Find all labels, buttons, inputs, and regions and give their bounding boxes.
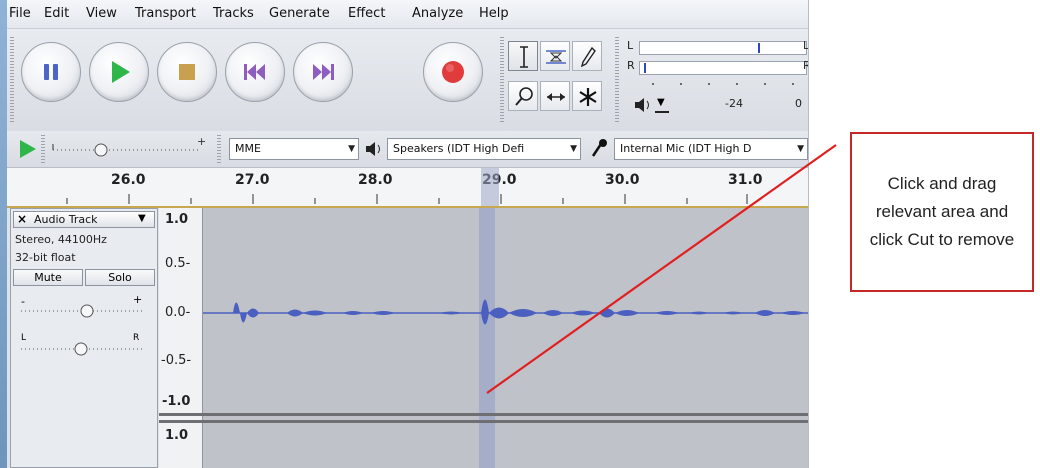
record-icon: [442, 61, 464, 83]
speaker-icon[interactable]: [633, 95, 653, 115]
envelope-icon: [546, 50, 566, 64]
chevron-down-icon: ▼: [797, 144, 804, 154]
menu-edit[interactable]: Edit: [44, 6, 69, 21]
menu-analyze[interactable]: Analyze: [412, 6, 463, 21]
track-separator-2: [159, 420, 808, 423]
track-format-rate: Stereo, 44100Hz: [15, 233, 107, 246]
level-meter: L R L R ▼ -24 0: [625, 37, 808, 125]
input-device-value: Internal Mic (IDT High D: [620, 142, 752, 155]
i-beam-icon: [520, 46, 528, 68]
chevron-down-icon[interactable]: ▼: [138, 213, 146, 224]
audacity-window: File Edit View Transport Tracks Generate…: [0, 0, 809, 468]
timeline-ruler[interactable]: 26.0 27.0 28.0 29.0 30.0 31.0: [7, 168, 808, 208]
menu-view[interactable]: View: [86, 6, 117, 21]
meter-left-bar[interactable]: [639, 41, 807, 55]
meter-grip[interactable]: [615, 37, 619, 123]
meter-right-bar[interactable]: [639, 61, 807, 75]
amp-label-track2-top: 1.0: [165, 428, 189, 443]
speed-grip[interactable]: [41, 135, 45, 163]
multi-tool[interactable]: [572, 81, 602, 111]
menu-tracks[interactable]: Tracks: [213, 6, 254, 21]
time-shift-tool[interactable]: [540, 81, 570, 111]
pause-icon: [44, 64, 58, 80]
meter-side-label-r: R: [803, 59, 808, 72]
menu-transport[interactable]: Transport: [135, 6, 196, 21]
amp-label-top: 1.0: [165, 212, 189, 227]
skip-start-icon: [244, 64, 265, 80]
waveform: [203, 208, 808, 468]
meter-side-label-l: L: [803, 39, 809, 52]
meter-dropdown-underline: [655, 111, 669, 113]
track-title-bar[interactable]: × Audio Track ▼: [13, 211, 155, 228]
play-at-speed-icon[interactable]: [15, 137, 39, 161]
toolbar-grip[interactable]: [10, 37, 14, 123]
toolbar: L R L R ▼ -24 0: [7, 29, 808, 132]
record-button[interactable]: [423, 42, 483, 102]
pause-button[interactable]: [21, 42, 81, 102]
speaker-icon: [366, 142, 380, 156]
menu-generate[interactable]: Generate: [269, 6, 330, 21]
waveform-area[interactable]: [203, 208, 808, 468]
double-arrow-icon: [547, 93, 565, 101]
meter-db-label-24: -24: [725, 97, 743, 110]
meter-db-label-0: 0: [795, 97, 802, 110]
playback-speed-slider[interactable]: +: [49, 134, 209, 164]
gain-slider[interactable]: [15, 299, 155, 323]
chevron-down-icon: ▼: [570, 144, 577, 154]
draw-tool[interactable]: [572, 41, 602, 71]
track-name[interactable]: Audio Track: [34, 213, 98, 226]
tools-grip[interactable]: [500, 37, 504, 123]
output-device-select[interactable]: Speakers (IDT High Defi ▼: [387, 138, 581, 160]
annotation-text: Click and drag relevant area and click C…: [869, 174, 1015, 249]
mute-label: Mute: [34, 271, 62, 284]
envelope-tool[interactable]: [540, 41, 570, 71]
selection-region: [479, 208, 495, 468]
pan-slider[interactable]: [15, 337, 155, 361]
zoom-tool[interactable]: [508, 81, 538, 111]
menu-help[interactable]: Help: [479, 6, 509, 21]
skip-to-start-button[interactable]: [225, 42, 285, 102]
magnifier-icon: [515, 87, 533, 106]
stop-button[interactable]: [157, 42, 217, 102]
solo-label: Solo: [108, 271, 132, 284]
track-format-bits: 32-bit float: [15, 251, 76, 264]
track-control-panel: × Audio Track ▼ Stereo, 44100Hz 32-bit f…: [10, 208, 158, 468]
play-icon: [112, 61, 130, 83]
amp-label-zero: 0.0-: [165, 305, 191, 320]
meter-right-label: R: [627, 59, 635, 72]
annotation-callout: Click and drag relevant area and click C…: [850, 132, 1034, 292]
chevron-down-icon: ▼: [348, 144, 355, 154]
selection-tool[interactable]: [508, 41, 538, 71]
menu-file[interactable]: File: [9, 6, 31, 21]
stop-icon: [179, 64, 195, 80]
pencil-icon: [580, 46, 596, 68]
device-toolbar: + MME ▼ Speakers (IDT High Defi ▼ Intern…: [7, 131, 808, 168]
mute-button[interactable]: Mute: [13, 269, 83, 286]
meter-dropdown-arrow[interactable]: ▼: [657, 97, 665, 108]
amp-label-neg-half: -0.5-: [161, 353, 192, 368]
meter-left-label: L: [627, 39, 634, 52]
solo-button[interactable]: Solo: [85, 269, 155, 286]
track-separator[interactable]: [159, 413, 808, 416]
track-close-button[interactable]: ×: [17, 212, 27, 226]
amplitude-ruler: 1.0 0.5- 0.0- -0.5- -1.0 1.0: [159, 208, 203, 468]
amp-label-half: 0.5-: [165, 256, 191, 271]
amp-label-bottom: -1.0: [162, 394, 191, 409]
meter-scale: [652, 83, 794, 85]
ruler-ticks: [66, 168, 748, 206]
menu-effect[interactable]: Effect: [348, 6, 385, 21]
audio-host-value: MME: [235, 142, 261, 155]
menu-bar: File Edit View Transport Tracks Generate…: [7, 0, 808, 29]
input-device-select[interactable]: Internal Mic (IDT High D ▼: [614, 138, 808, 160]
device-grip[interactable]: [217, 135, 221, 163]
skip-end-icon: [313, 64, 334, 80]
asterisk-icon: [579, 88, 597, 106]
play-button[interactable]: [89, 42, 149, 102]
audio-host-select[interactable]: MME ▼: [229, 138, 359, 160]
output-device-value: Speakers (IDT High Defi: [393, 142, 525, 155]
microphone-icon: [591, 139, 607, 157]
skip-to-end-button[interactable]: [293, 42, 353, 102]
svg-text:+: +: [197, 135, 206, 148]
